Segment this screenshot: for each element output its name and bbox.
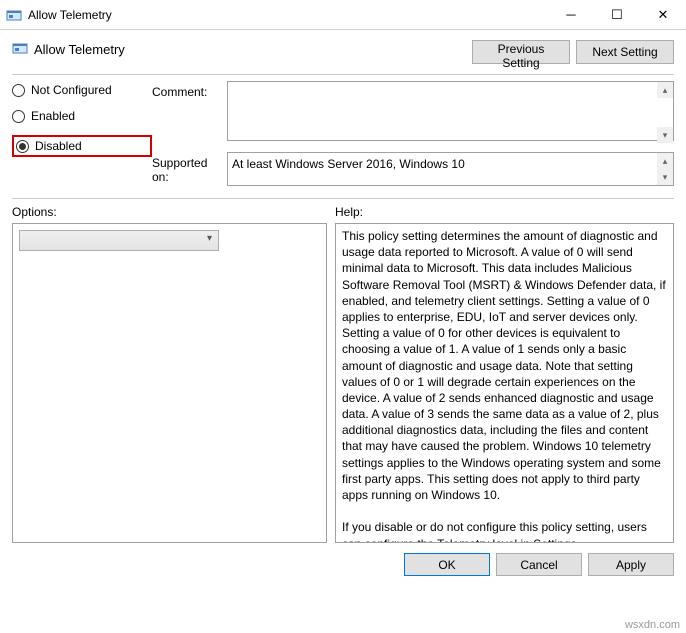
comment-label: Comment: <box>152 81 227 99</box>
radio-enabled[interactable]: Enabled <box>12 109 152 123</box>
radio-icon <box>12 84 25 97</box>
page-title: Allow Telemetry <box>34 42 125 57</box>
scroll-up-icon[interactable]: ▴ <box>657 82 673 98</box>
apply-button[interactable]: Apply <box>588 553 674 576</box>
previous-setting-button[interactable]: Previous Setting <box>472 40 570 64</box>
titlebar: Allow Telemetry ─ ☐ ✕ <box>0 0 686 30</box>
watermark: wsxdn.com <box>625 619 680 631</box>
scroll-down-icon[interactable]: ▾ <box>657 127 673 143</box>
radio-disabled[interactable]: Disabled <box>16 139 146 153</box>
help-paragraph: If you disable or do not configure this … <box>342 519 669 543</box>
help-paragraph: This policy setting determines the amoun… <box>342 228 669 503</box>
next-setting-button[interactable]: Next Setting <box>576 40 674 64</box>
highlight-box: Disabled <box>12 135 152 157</box>
cancel-button[interactable]: Cancel <box>496 553 582 576</box>
window-buttons: ─ ☐ ✕ <box>548 0 686 29</box>
ok-button[interactable]: OK <box>404 553 490 576</box>
state-radios: Not Configured Enabled Disabled <box>12 81 152 157</box>
supported-label: Supported on: <box>152 152 227 184</box>
radio-label: Not Configured <box>31 83 112 97</box>
footer: OK Cancel Apply <box>0 543 686 576</box>
help-panel[interactable]: This policy setting determines the amoun… <box>335 223 674 543</box>
options-label: Options: <box>12 205 335 219</box>
minimize-button[interactable]: ─ <box>548 0 594 29</box>
policy-icon <box>12 40 28 59</box>
supported-on-field: At least Windows Server 2016, Windows 10 <box>227 152 674 186</box>
radio-label: Enabled <box>31 109 75 123</box>
panel-labels: Options: Help: <box>0 199 686 223</box>
help-label: Help: <box>335 205 363 219</box>
radio-icon <box>16 140 29 153</box>
scroll-up-icon[interactable]: ▴ <box>657 153 673 169</box>
config-area: Not Configured Enabled Disabled Comment:… <box>0 75 686 194</box>
window-title: Allow Telemetry <box>28 8 548 22</box>
options-dropdown[interactable] <box>19 230 219 251</box>
radio-label: Disabled <box>35 139 82 153</box>
radio-icon <box>12 110 25 123</box>
close-button[interactable]: ✕ <box>640 0 686 29</box>
comment-field[interactable] <box>227 81 674 141</box>
policy-icon <box>6 7 22 23</box>
radio-not-configured[interactable]: Not Configured <box>12 83 152 97</box>
supported-on-value: At least Windows Server 2016, Windows 10 <box>232 157 465 171</box>
maximize-button[interactable]: ☐ <box>594 0 640 29</box>
subheader: Allow Telemetry Previous Setting Next Se… <box>0 30 686 70</box>
options-panel <box>12 223 327 543</box>
scroll-down-icon[interactable]: ▾ <box>657 169 673 185</box>
